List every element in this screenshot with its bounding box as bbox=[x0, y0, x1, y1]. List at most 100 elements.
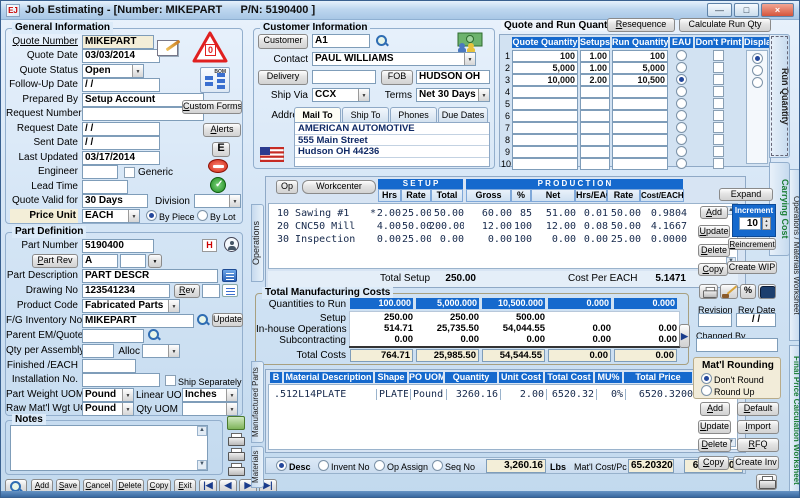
qty-cell[interactable]: 10,500.000 bbox=[482, 298, 545, 309]
contact-select[interactable]: PAUL WILLIAMS bbox=[312, 52, 476, 66]
chevron-down-icon[interactable] bbox=[226, 403, 237, 415]
no-entry-icon[interactable] bbox=[208, 159, 228, 173]
total-cost-cell[interactable]: 6520.32 bbox=[546, 389, 594, 400]
eau-radio[interactable] bbox=[676, 158, 687, 169]
quote-qty-cell[interactable]: 100 bbox=[512, 50, 578, 62]
po-uom-cell[interactable]: Pound bbox=[410, 389, 444, 400]
follow-up-field[interactable]: / / bbox=[82, 78, 160, 92]
quote-qty-cell[interactable] bbox=[512, 110, 578, 122]
fg-inventory-field[interactable]: MIKEPART bbox=[82, 314, 194, 328]
maximize-button[interactable]: □ bbox=[734, 3, 759, 17]
setups-cell[interactable] bbox=[580, 122, 610, 134]
printer-icon[interactable] bbox=[227, 433, 244, 446]
qty-per-assembly-field[interactable] bbox=[82, 344, 114, 358]
export-notes-icon[interactable] bbox=[227, 416, 245, 430]
cost-each-cell[interactable]: 4.1667 bbox=[641, 221, 687, 232]
sort-op-assign-radio[interactable] bbox=[374, 460, 385, 471]
dont-round-radio[interactable] bbox=[701, 373, 712, 384]
sort-seq-no-radio[interactable] bbox=[432, 460, 443, 471]
scroll-down-icon[interactable]: ▼ bbox=[197, 460, 207, 470]
calculate-run-qty-button[interactable]: Calculate Run Qty bbox=[679, 18, 771, 32]
setup-hrs-cell[interactable]: 0.00 bbox=[374, 234, 401, 245]
run-qty-cell[interactable] bbox=[612, 110, 668, 122]
gross-cell[interactable]: 12.00 bbox=[467, 221, 512, 232]
increment-stepper[interactable]: 10 bbox=[739, 217, 761, 230]
chevron-down-icon[interactable] bbox=[478, 89, 489, 101]
run-qty-cell[interactable] bbox=[612, 158, 668, 170]
chevron-down-icon[interactable] bbox=[168, 345, 179, 357]
bom-tree-icon[interactable]: BOM bbox=[200, 67, 230, 93]
tab-mail-to[interactable]: Mail To bbox=[294, 107, 341, 122]
part-rev-field[interactable]: A bbox=[82, 254, 118, 268]
matl-import-button[interactable]: Import bbox=[737, 420, 779, 434]
rev-date-field[interactable]: / / bbox=[736, 313, 776, 327]
hrs-each-cell[interactable]: 0.01 bbox=[576, 208, 608, 219]
resequence-button[interactable]: Resequence bbox=[607, 18, 675, 32]
ship-via-select[interactable]: CCX bbox=[312, 88, 370, 102]
total-price-cell[interactable]: 6520.3200 bbox=[625, 389, 693, 400]
op-name-cell[interactable]: 30 Inspection bbox=[277, 234, 369, 245]
quote-number-label[interactable]: Quote Number bbox=[6, 35, 78, 49]
qty-uom-select[interactable] bbox=[182, 402, 238, 416]
sort-desc-radio[interactable] bbox=[276, 460, 287, 471]
sort-invent-no-radio[interactable] bbox=[318, 460, 329, 471]
broom-cleanup-button[interactable] bbox=[720, 284, 738, 299]
run-qty-cell[interactable] bbox=[612, 98, 668, 110]
dont-print-checkbox[interactable] bbox=[713, 86, 724, 97]
matl-default-button[interactable]: Default bbox=[737, 402, 779, 416]
workcenter-button[interactable]: Workcenter bbox=[302, 180, 376, 194]
dont-print-checkbox[interactable] bbox=[713, 110, 724, 121]
net-cell[interactable]: 12.00 bbox=[532, 221, 576, 232]
gross-cell[interactable]: 0.00 bbox=[467, 234, 512, 245]
setups-cell[interactable] bbox=[580, 86, 610, 98]
setups-cell[interactable]: 1.00 bbox=[580, 62, 610, 74]
pct-cell[interactable]: 85 bbox=[512, 208, 532, 219]
qty-cell[interactable]: 100.000 bbox=[350, 298, 413, 309]
mu-pct-cell[interactable]: 0% bbox=[596, 389, 623, 400]
search-icon[interactable] bbox=[196, 313, 210, 327]
green-check-icon[interactable] bbox=[210, 177, 226, 193]
percent-button[interactable]: % bbox=[740, 284, 756, 299]
setup-total-cell[interactable]: 0.00 bbox=[429, 234, 464, 245]
fob-field[interactable]: HUDSON OH bbox=[416, 70, 490, 84]
quote-date-field[interactable]: 03/03/2014 bbox=[82, 49, 160, 63]
run-qty-cell[interactable]: 10,500 bbox=[612, 74, 668, 86]
dont-print-checkbox[interactable] bbox=[713, 98, 724, 109]
create-inv-button[interactable]: Create Inv bbox=[733, 456, 779, 470]
engineer-field[interactable] bbox=[82, 165, 118, 179]
setup-hrs-cell[interactable]: 4.00 bbox=[374, 221, 401, 232]
delivery-button[interactable]: Delivery bbox=[258, 70, 308, 85]
op-name-cell[interactable]: 10 Sawing #1 bbox=[277, 208, 369, 219]
last-updated-field[interactable]: 03/17/2014 bbox=[82, 151, 160, 165]
quote-number-field[interactable]: MIKEPART bbox=[82, 35, 154, 49]
print-ops-button[interactable] bbox=[699, 284, 718, 299]
material-desc-cell[interactable]: .512L14PLATE bbox=[274, 389, 372, 400]
dont-print-checkbox[interactable] bbox=[713, 50, 724, 61]
update-button[interactable]: Update bbox=[212, 313, 243, 327]
edit-note-icon[interactable] bbox=[157, 37, 183, 57]
scroll-up-icon[interactable]: ▲ bbox=[197, 426, 207, 436]
person-icon[interactable] bbox=[224, 237, 239, 252]
matl-delete-button[interactable]: Delete bbox=[698, 438, 731, 452]
display-radio[interactable] bbox=[752, 53, 763, 64]
create-wip-button[interactable]: Create WIP bbox=[727, 261, 777, 274]
fob-button[interactable]: FOB bbox=[381, 70, 413, 85]
alerts-button[interactable]: Alerts bbox=[203, 123, 241, 137]
run-qty-cell[interactable]: 5,000 bbox=[612, 62, 668, 74]
price-unit-select[interactable]: EACH bbox=[82, 209, 140, 223]
ops-update-button[interactable]: Update bbox=[698, 225, 730, 238]
dont-print-checkbox[interactable] bbox=[713, 158, 724, 169]
division-select[interactable] bbox=[194, 194, 241, 208]
run-qty-cell[interactable] bbox=[612, 122, 668, 134]
gross-cell[interactable]: 60.00 bbox=[467, 208, 512, 219]
warning-triangle-icon[interactable]: 0 bbox=[192, 31, 228, 63]
printer-icon[interactable] bbox=[227, 463, 244, 476]
part-rev-dropdown[interactable]: ▼ bbox=[148, 254, 162, 268]
search-icon[interactable] bbox=[375, 34, 389, 48]
run-qty-cell[interactable]: 100 bbox=[612, 50, 668, 62]
net-cell[interactable]: 51.00 bbox=[532, 208, 576, 219]
display-radio[interactable] bbox=[752, 65, 763, 76]
lead-time-field[interactable] bbox=[82, 180, 128, 194]
prod-rate-cell[interactable]: 25.00 bbox=[608, 234, 641, 245]
delivery-field[interactable] bbox=[312, 70, 376, 84]
